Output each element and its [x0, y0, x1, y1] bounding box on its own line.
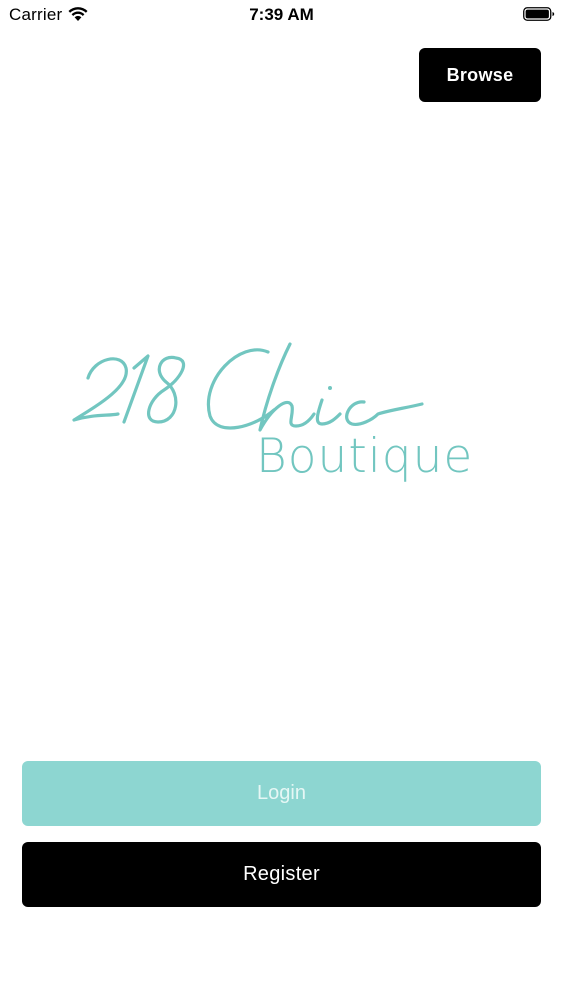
logo-dot [328, 386, 332, 390]
status-bar: Carrier 7:39 AM [0, 0, 563, 30]
browse-button[interactable]: Browse [419, 48, 541, 102]
login-button[interactable]: Login [22, 761, 541, 826]
battery-icon [523, 7, 555, 21]
boutique-logo: Boutique [72, 342, 473, 484]
status-time: 7:39 AM [249, 5, 314, 24]
logo-subtitle: Boutique [256, 429, 473, 484]
register-button[interactable]: Register [22, 842, 541, 907]
